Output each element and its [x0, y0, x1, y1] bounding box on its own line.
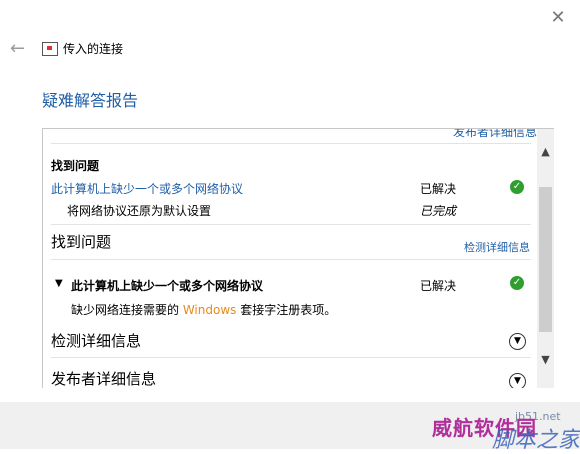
vertical-scrollbar[interactable]: ▲ ▼ — [537, 129, 554, 388]
section-title-publisher-details: 发布者详细信息 — [51, 370, 157, 388]
issue-status: 已解决 — [420, 182, 457, 196]
report-panel: 发布者详细信息 找到问题 此计算机上缺少一个或多个网络协议 已解决 ✓ 将网络协… — [42, 128, 554, 388]
scrollbar-thumb[interactable] — [539, 187, 552, 332]
issue-status: 已解决 — [420, 279, 457, 293]
report-content: 发布者详细信息 找到问题 此计算机上缺少一个或多个网络协议 已解决 ✓ 将网络协… — [43, 129, 537, 388]
scroll-up-icon[interactable]: ▲ — [537, 143, 554, 160]
watermark-text: 脚本之家 — [492, 428, 580, 453]
check-icon: ✓ — [510, 180, 524, 194]
issue-description: 缺少网络连接需要的 Windows 套接字注册表项。 — [71, 301, 336, 318]
sub-action-status: 已完成 — [420, 204, 457, 218]
detection-details-link[interactable]: 检测详细信息 — [464, 239, 530, 255]
expand-chevron-icon[interactable]: ▼ — [509, 373, 526, 388]
close-icon[interactable]: ✕ — [549, 9, 567, 27]
divider — [51, 224, 531, 225]
issue-description-brand: Windows — [182, 303, 237, 317]
section-title-problems-found: 找到问题 — [51, 159, 100, 173]
window-title: 传入的连接 — [63, 42, 124, 56]
divider — [51, 143, 531, 144]
page-title: 疑难解答报告 — [42, 91, 139, 110]
section-title-detection-details: 检测详细信息 — [51, 332, 142, 350]
issue-title-missing-protocols[interactable]: 此计算机上缺少一个或多个网络协议 — [71, 277, 263, 294]
issue-description-suffix: 套接字注册表项。 — [236, 303, 337, 317]
network-connection-icon — [42, 42, 58, 56]
expand-chevron-icon[interactable]: ▼ — [509, 333, 526, 350]
issue-description-prefix: 缺少网络连接需要的 — [71, 303, 183, 317]
sub-action-restore-protocols: 将网络协议还原为默认设置 — [67, 204, 212, 218]
issue-link-missing-protocols[interactable]: 此计算机上缺少一个或多个网络协议 — [51, 180, 243, 197]
check-icon: ✓ — [510, 276, 524, 290]
section-title-problems-found-detail: 找到问题 — [51, 233, 112, 251]
publisher-details-link-clipped[interactable]: 发布者详细信息 — [453, 129, 537, 140]
scroll-down-icon[interactable]: ▼ — [537, 351, 554, 368]
back-arrow-icon[interactable]: ← — [10, 40, 28, 58]
divider — [51, 357, 531, 358]
collapse-triangle-icon[interactable]: ▼ — [55, 278, 63, 289]
divider — [51, 259, 531, 260]
